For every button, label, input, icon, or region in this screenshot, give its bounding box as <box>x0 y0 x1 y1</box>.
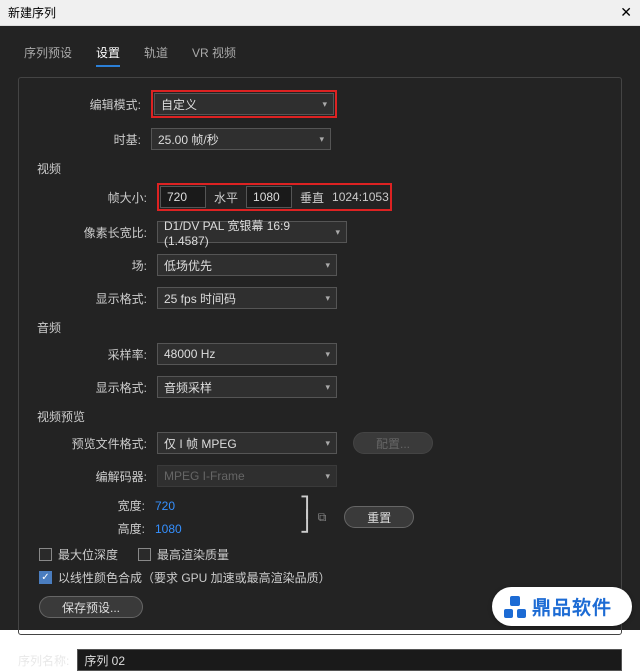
chevron-down-icon: ▾ <box>325 438 330 449</box>
aspect-readout: 1024:1053 <box>332 190 389 204</box>
sequence-name-label: 序列名称: <box>18 652 69 669</box>
sample-rate-label: 采样率: <box>37 346 157 363</box>
frame-width-input[interactable]: 720 <box>160 186 206 208</box>
close-icon[interactable]: ✕ <box>620 4 632 21</box>
max-depth-label: 最大位深度 <box>58 546 118 563</box>
tab-preset[interactable]: 序列预设 <box>24 40 72 67</box>
reset-button[interactable]: 重置 <box>344 506 414 528</box>
video-display-select[interactable]: 25 fps 时间码 ▾ <box>157 287 337 309</box>
preview-file-select[interactable]: 仅 I 帧 MPEG ▾ <box>157 432 337 454</box>
max-depth-checkbox[interactable] <box>39 548 52 561</box>
tab-settings[interactable]: 设置 <box>96 40 120 67</box>
dialog-title: 新建序列 <box>8 4 56 21</box>
chevron-down-icon: ▾ <box>325 293 330 304</box>
brand-icon <box>504 596 526 618</box>
chevron-down-icon: ▾ <box>325 260 330 271</box>
chevron-down-icon: ▾ <box>325 471 330 482</box>
frame-size-label: 帧大小: <box>37 189 157 206</box>
bracket-icon: ⎤⎦ <box>300 503 310 531</box>
chevron-down-icon: ▾ <box>335 227 340 238</box>
preview-width-label: 宽度: <box>115 497 155 514</box>
preview-section: 视频预览 <box>31 408 609 425</box>
max-quality-checkbox[interactable] <box>138 548 151 561</box>
edit-mode-select[interactable]: 自定义 ▾ <box>154 93 334 115</box>
timebase-select[interactable]: 25.00 帧/秒 ▾ <box>151 128 331 150</box>
audio-section: 音频 <box>31 319 609 336</box>
audio-display-label: 显示格式: <box>37 379 157 396</box>
sequence-name-input[interactable]: 序列 02 <box>77 649 622 671</box>
video-display-label: 显示格式: <box>37 290 157 307</box>
chevron-down-icon: ▾ <box>325 349 330 360</box>
tab-tracks[interactable]: 轨道 <box>144 40 168 67</box>
brand-logo: 鼎品软件 <box>492 587 632 626</box>
tab-vr[interactable]: VR 视频 <box>192 40 236 67</box>
fields-label: 场: <box>37 257 157 274</box>
save-preset-button[interactable]: 保存预设... <box>39 596 143 618</box>
edit-mode-label: 编辑模式: <box>31 96 151 113</box>
sample-rate-select[interactable]: 48000 Hz ▾ <box>157 343 337 365</box>
tabs: 序列预设 设置 轨道 VR 视频 <box>18 40 622 67</box>
linear-color-checkbox[interactable]: ✓ <box>39 571 52 584</box>
chevron-down-icon: ▾ <box>319 134 324 145</box>
dialog-body: 序列预设 设置 轨道 VR 视频 编辑模式: 自定义 ▾ 时基: 25.00 帧… <box>0 26 640 630</box>
preview-height-value[interactable]: 1080 <box>155 522 182 536</box>
timebase-label: 时基: <box>31 131 151 148</box>
preview-width-value[interactable]: 720 <box>155 499 175 513</box>
chevron-down-icon: ▾ <box>322 99 327 110</box>
par-select[interactable]: D1/DV PAL 宽银幕 16:9 (1.4587) ▾ <box>157 221 347 243</box>
par-label: 像素长宽比: <box>37 224 157 241</box>
preview-file-label: 预览文件格式: <box>37 435 157 452</box>
preview-height-label: 高度: <box>115 520 155 537</box>
codec-label: 编解码器: <box>37 468 157 485</box>
chevron-down-icon: ▾ <box>325 382 330 393</box>
frame-size-highlight: 720 水平 1080 垂直 1024:1053 <box>157 183 392 211</box>
max-quality-label: 最高渲染质量 <box>157 546 229 563</box>
config-button: 配置... <box>353 432 433 454</box>
vertical-label: 垂直 <box>300 189 324 206</box>
link-icon[interactable]: ⧉ <box>318 510 327 525</box>
horizontal-label: 水平 <box>214 189 238 206</box>
video-section: 视频 <box>31 160 609 177</box>
audio-display-select[interactable]: 音频采样 ▾ <box>157 376 337 398</box>
fields-select[interactable]: 低场优先 ▾ <box>157 254 337 276</box>
codec-select: MPEG I-Frame ▾ <box>157 465 337 487</box>
edit-mode-highlight: 自定义 ▾ <box>151 90 337 118</box>
brand-text: 鼎品软件 <box>532 593 612 620</box>
settings-panel: 编辑模式: 自定义 ▾ 时基: 25.00 帧/秒 ▾ 视频 帧大小: 720 <box>18 77 622 635</box>
linear-color-label: 以线性颜色合成（要求 GPU 加速或最高渲染品质） <box>58 569 331 586</box>
titlebar: 新建序列 ✕ <box>0 0 640 26</box>
frame-height-input[interactable]: 1080 <box>246 186 292 208</box>
